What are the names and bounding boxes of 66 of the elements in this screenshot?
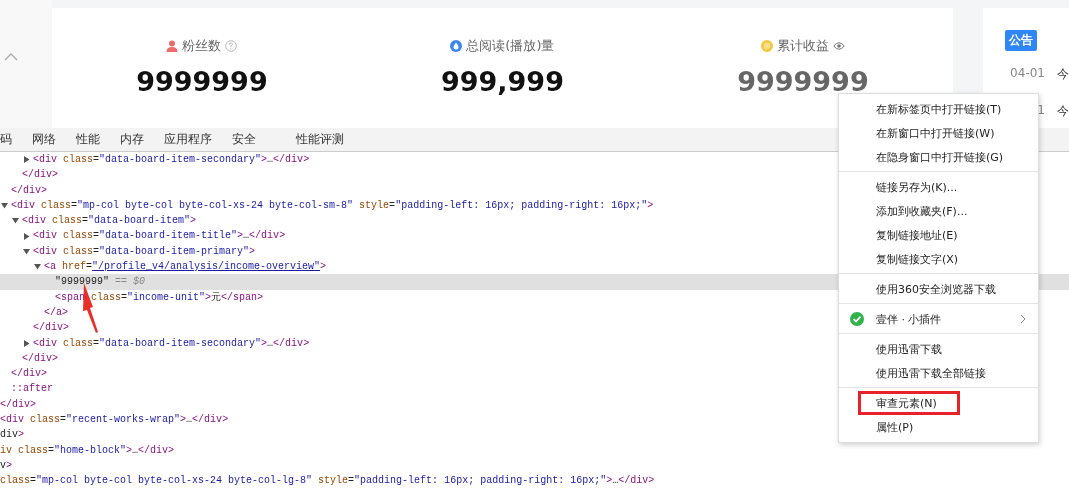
code-line[interactable]: </div> [33, 320, 70, 336]
eye-icon[interactable] [832, 41, 845, 51]
person-icon [166, 40, 179, 52]
check-badge-icon [850, 312, 864, 326]
code-line[interactable]: div> [0, 427, 25, 443]
devtools-tab[interactable]: 应用程序 [154, 132, 222, 147]
devtools-tab[interactable]: 性能评测 [286, 132, 354, 147]
menu-item[interactable]: 使用迅雷下载全部链接 [850, 361, 1026, 385]
code-line[interactable]: </div> [22, 167, 59, 183]
stat-label: 粉丝数 [182, 37, 222, 55]
expanded-arrow-icon[interactable] [23, 247, 30, 255]
coin-icon [760, 40, 773, 52]
devtools-tab[interactable]: 性能 [66, 132, 110, 147]
menu-item[interactable]: 复制链接地址(E) [850, 223, 1026, 247]
collapsed-arrow-icon[interactable] [23, 156, 30, 164]
stat-value[interactable]: 9999999 [737, 66, 869, 97]
code-line[interactable]: </div> [0, 396, 37, 413]
code-line[interactable]: <div class="data-board-item-secondary">…</div> [33, 335, 310, 351]
menu-item[interactable]: 属性(P) [850, 415, 1026, 439]
menu-item[interactable]: 审查元素(N) [858, 391, 960, 415]
drop-icon [450, 40, 463, 52]
stat-value[interactable]: 999,999 [440, 66, 564, 97]
code-line[interactable]: v> [0, 457, 13, 474]
devtools-tab[interactable]: 码 [0, 132, 22, 147]
stat-label: 总阅读(播放)量 [466, 37, 555, 55]
collapsed-arrow-icon[interactable] [23, 339, 30, 347]
expanded-arrow-icon[interactable] [1, 202, 8, 210]
menu-item[interactable]: 在新窗口中打开链接(W) [850, 121, 1026, 145]
collapsed-arrow-icon[interactable] [23, 232, 30, 240]
menu-item[interactable]: 复制链接文字(X) [850, 247, 1026, 271]
code-line[interactable]: <div class="recent-works-wrap">…</div> [0, 412, 229, 428]
code-line[interactable]: <span class="income-unit">元</span> [55, 289, 264, 305]
devtools-tab[interactable]: 安全 [222, 132, 286, 147]
code-line[interactable]: <div class="data-board-item"> [22, 213, 197, 229]
expanded-arrow-icon[interactable] [34, 263, 41, 271]
code-line[interactable]: class="mp-col byte-col byte-col-xs-24 byte-col-lg-8" style="padding-left: 16px; padding-right: 16px;">…</div> [0, 473, 655, 489]
menu-item[interactable]: 添加到收藏夹(F)... [850, 199, 1026, 223]
notice-date: 04-01 [1009, 66, 1045, 82]
menu-item[interactable]: 使用迅雷下载 [850, 337, 1026, 361]
devtools-tab[interactable]: 网络 [22, 132, 66, 147]
menu-item[interactable]: 使用360安全浏览器下载 [850, 277, 1026, 301]
expanded-arrow-icon[interactable] [12, 217, 19, 225]
console-reference: == $0 [115, 275, 146, 290]
code-line[interactable]: <div class="data-board-item-primary"> [33, 243, 256, 260]
notice-title[interactable]: 今 [1057, 66, 1069, 83]
code-line[interactable]: iv class="home-block">…</div> [0, 442, 175, 458]
code-line[interactable]: </div> [11, 366, 48, 382]
code-line[interactable]: "9999999" [55, 274, 109, 290]
code-line[interactable]: </div> [11, 182, 48, 198]
notice-title[interactable]: 今 [1057, 103, 1069, 120]
code-line[interactable]: </div> [22, 350, 59, 367]
stat-value[interactable]: 9999999 [136, 66, 268, 97]
menu-item[interactable]: 壹伴 · 小插件 [850, 307, 1026, 331]
code-line[interactable]: </a> [44, 304, 69, 321]
menu-item[interactable]: 链接另存为(K)... [850, 175, 1026, 199]
code-line[interactable]: ::after [11, 381, 53, 397]
stat-label: 累计收益 [776, 37, 829, 55]
code-line[interactable]: <a href="/profile_v4/analysis/income-overview"> [44, 259, 327, 275]
code-line[interactable]: <div class="data-board-item-title">…</div> [33, 228, 286, 244]
notice-date: 1 [1036, 103, 1045, 119]
devtools-tab[interactable]: 内存 [110, 132, 154, 147]
menu-item[interactable]: 在新标签页中打开链接(T) [850, 97, 1026, 121]
code-line[interactable]: <div class="data-board-item-secondary">…</div> [33, 152, 310, 168]
notice-badge: 公告 [1005, 30, 1037, 51]
menu-item[interactable]: 在隐身窗口中打开链接(G) [850, 145, 1026, 169]
code-line[interactable]: <div class="mp-col byte-col byte-col-xs-24 byte-col-sm-8" style="padding-left: 16px; padding-right: 16px;"> [11, 197, 654, 214]
